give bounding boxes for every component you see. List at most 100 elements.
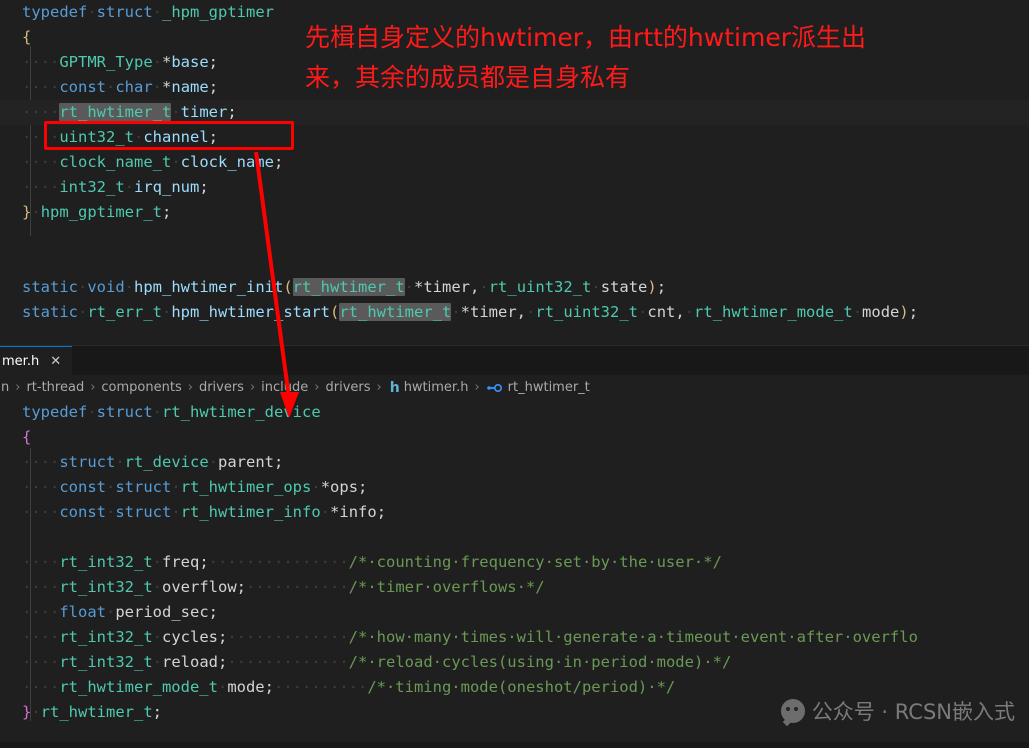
code-token: · xyxy=(526,303,535,321)
code-token: GPTMR_Type xyxy=(59,53,152,71)
close-icon[interactable]: ✕ xyxy=(47,353,64,370)
code-line[interactable]: ····const·struct·rt_hwtimer_info·*info; xyxy=(0,500,1029,525)
code-token: typedef xyxy=(22,403,87,421)
code-token: struct xyxy=(97,3,153,21)
code-token: · xyxy=(685,303,694,321)
code-token: ············· xyxy=(227,653,348,671)
code-token: · xyxy=(153,78,162,96)
breadcrumb-segment[interactable]: rt-thread xyxy=(25,380,85,395)
code-token: /*·counting·frequency·set·by·the·user·*/ xyxy=(349,553,722,571)
code-token: * xyxy=(321,478,330,496)
code-token: · xyxy=(209,453,218,471)
tab-hwtimer-h[interactable]: mer.h ✕ xyxy=(0,346,72,376)
code-token: ) xyxy=(647,278,656,296)
code-token: · xyxy=(153,578,162,596)
code-token: ···· xyxy=(22,678,59,696)
editor-tab-bar[interactable]: mer.h ✕ xyxy=(0,345,1029,375)
vscode-window: typedef·struct·_hpm_gptimer{····GPTMR_Ty… xyxy=(0,0,1029,748)
code-token: rt_hwtimer_info xyxy=(181,503,321,521)
code-line[interactable]: typedef·struct·rt_hwtimer_device xyxy=(0,400,1029,425)
breadcrumb[interactable]: n›rt-thread›components›drivers›include›d… xyxy=(0,375,1029,400)
code-token: int32_t xyxy=(59,178,124,196)
bottom-bar xyxy=(0,742,1029,748)
code-line[interactable]: ····rt_int32_t·overflow;···········/*·ti… xyxy=(0,575,1029,600)
code-token: * xyxy=(162,78,171,96)
breadcrumb-separator-icon: › xyxy=(10,380,25,395)
breadcrumb-segment[interactable]: components xyxy=(100,380,182,395)
code-token: const xyxy=(59,478,106,496)
watermark-text: 公众号 · RCSN嵌入式 xyxy=(812,696,1015,726)
code-line[interactable]: ····const·struct·rt_hwtimer_ops·*ops; xyxy=(0,475,1029,500)
code-token: · xyxy=(106,78,115,96)
code-token: channel xyxy=(143,128,208,146)
code-token: * xyxy=(162,53,171,71)
code-line[interactable]: static·void·hpm_hwtimer_init(rt_hwtimer_… xyxy=(0,275,1029,300)
code-token: /*·reload·cycles(using·in·period·mode)·*… xyxy=(349,653,732,671)
code-line[interactable]: ····struct·rt_device·parent; xyxy=(0,450,1029,475)
code-line[interactable]: static·rt_err_t·hpm_hwtimer_start(rt_hwt… xyxy=(0,300,1029,325)
code-token: · xyxy=(106,603,115,621)
code-token: ; xyxy=(153,703,162,721)
code-token: ···· xyxy=(22,603,59,621)
code-token: ············· xyxy=(227,628,348,646)
code-token: ···· xyxy=(22,628,59,646)
breadcrumb-segment[interactable]: include xyxy=(260,380,309,395)
code-line[interactable]: ····clock_name_t·clock_name; xyxy=(0,150,1029,175)
bottom-code-lines[interactable]: typedef·struct·rt_hwtimer_device{····str… xyxy=(0,400,1029,725)
breadcrumb-segment[interactable]: drivers xyxy=(324,380,371,395)
code-token: · xyxy=(311,478,320,496)
code-token: · xyxy=(153,628,162,646)
code-line[interactable]: ····rt_hwtimer_t·timer; xyxy=(0,100,1029,125)
code-token: ; xyxy=(265,678,274,696)
code-token: hpm_gptimer_t xyxy=(41,203,162,221)
code-token: ···· xyxy=(22,78,59,96)
code-line[interactable]: }·hpm_gptimer_t; xyxy=(0,200,1029,225)
breadcrumb-segment[interactable]: hwtimer.h xyxy=(403,380,470,395)
code-line[interactable]: ····float·period_sec; xyxy=(0,600,1029,625)
code-token: ; xyxy=(218,653,227,671)
code-line[interactable] xyxy=(0,225,1029,250)
breadcrumb-segment[interactable]: n xyxy=(0,380,10,395)
code-token: ···· xyxy=(22,503,59,521)
code-line[interactable]: ····rt_int32_t·cycles;·············/*·ho… xyxy=(0,625,1029,650)
code-line[interactable]: ····uint32_t·channel; xyxy=(0,125,1029,150)
code-token: rt_hwtimer_mode_t xyxy=(694,303,853,321)
code-token: · xyxy=(153,403,162,421)
breadcrumb-separator-icon: › xyxy=(469,380,484,395)
code-token: * xyxy=(461,303,470,321)
code-token: ; xyxy=(358,478,367,496)
code-token: } xyxy=(22,203,31,221)
code-token: timer xyxy=(181,103,228,121)
breadcrumb-segment[interactable]: rt_hwtimer_t xyxy=(507,380,591,395)
code-token: ( xyxy=(283,278,292,296)
code-token: name xyxy=(171,78,208,96)
code-token: · xyxy=(638,303,647,321)
code-line[interactable] xyxy=(0,250,1029,275)
code-line[interactable]: ····rt_int32_t·reload;·············/*·re… xyxy=(0,650,1029,675)
code-line[interactable]: { xyxy=(0,425,1029,450)
code-token: struct xyxy=(115,503,171,521)
code-token: rt_int32_t xyxy=(59,653,152,671)
code-line[interactable]: ····rt_int32_t·freq;···············/*·co… xyxy=(0,550,1029,575)
code-token: ···· xyxy=(22,153,59,171)
code-token: · xyxy=(125,278,134,296)
code-token: cycles xyxy=(162,628,218,646)
code-token: ···· xyxy=(22,453,59,471)
code-line[interactable] xyxy=(0,525,1029,550)
code-token: · xyxy=(31,703,40,721)
code-token: ; xyxy=(209,128,218,146)
code-token: · xyxy=(171,103,180,121)
code-token: * xyxy=(330,503,339,521)
code-token: · xyxy=(125,178,134,196)
code-line[interactable]: ····int32_t·irq_num; xyxy=(0,175,1029,200)
code-token: ; xyxy=(377,503,386,521)
watermark: 公众号 · RCSN嵌入式 xyxy=(781,696,1015,726)
code-token: reload xyxy=(162,653,218,671)
breadcrumb-segment[interactable]: drivers xyxy=(198,380,245,395)
code-token: static xyxy=(22,278,78,296)
code-token: mode xyxy=(227,678,264,696)
code-token: ···· xyxy=(22,553,59,571)
code-token: hpm_hwtimer_start xyxy=(171,303,330,321)
code-token: · xyxy=(853,303,862,321)
code-token: rt_uint32_t xyxy=(535,303,638,321)
